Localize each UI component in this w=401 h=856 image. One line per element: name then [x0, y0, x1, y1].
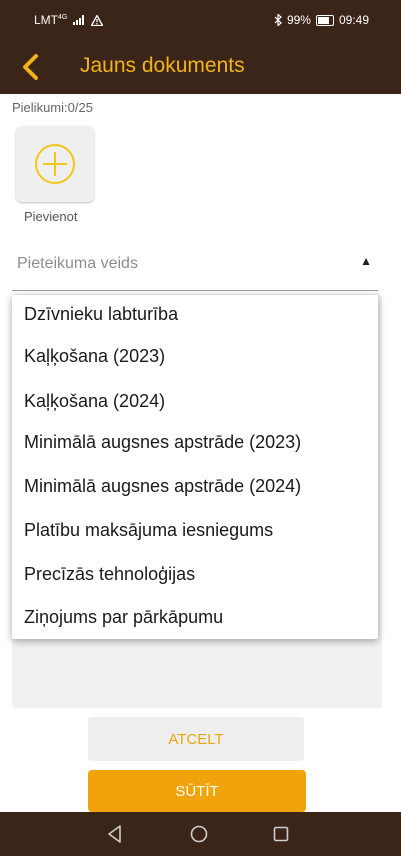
nav-recents-button[interactable]	[268, 822, 294, 846]
nav-back-button[interactable]	[102, 822, 128, 846]
triangle-up-icon: ▲	[360, 254, 372, 268]
signal-icon	[73, 15, 85, 25]
dropdown-option[interactable]: Minimālā augsnes apstrāde (2024)	[24, 476, 301, 497]
bluetooth-icon	[274, 14, 282, 26]
square-recents-icon	[273, 826, 289, 842]
cancel-button[interactable]: ATCELT	[88, 717, 304, 761]
add-attachment-button[interactable]	[16, 126, 94, 202]
send-button[interactable]: SŪTĪT	[88, 770, 306, 812]
carrier-label: LMT4G	[34, 13, 67, 27]
clock: 09:49	[338, 13, 369, 27]
app-bar: Jauns dokuments	[0, 38, 401, 94]
dropdown-menu: Dzīvnieku labturība Kaļķošana (2023) Kaļ…	[12, 295, 378, 639]
back-button[interactable]	[14, 50, 50, 86]
status-bar: LMT4G 99% 09:49	[0, 0, 401, 38]
nav-home-button[interactable]	[186, 822, 212, 846]
dropdown-option[interactable]: Precīzās tehnoloģijas	[24, 564, 195, 585]
dropdown-option[interactable]: Kaļķošana (2023)	[24, 346, 165, 367]
application-type-select[interactable]: Pieteikuma veids ▲	[12, 244, 378, 291]
network-type: 4G	[58, 14, 68, 21]
battery-percent: 99%	[286, 13, 311, 27]
attachments-count: Pielikumi:0/25	[12, 100, 93, 115]
add-attachment-label: Pievienot	[24, 209, 78, 224]
battery-icon	[315, 14, 334, 26]
dropdown-option[interactable]: Kaļķošana (2024)	[24, 391, 165, 412]
chevron-left-icon	[23, 54, 38, 80]
page-title: Jauns dokuments	[80, 54, 245, 77]
dropdown-option[interactable]: Platību maksājuma iesniegums	[24, 520, 273, 541]
triangle-back-icon	[108, 825, 121, 843]
warning-icon	[91, 14, 104, 26]
select-placeholder: Pieteikuma veids	[17, 255, 138, 272]
dropdown-option[interactable]: Minimālā augsnes apstrāde (2023)	[24, 432, 301, 453]
carrier-name: LMT	[34, 13, 58, 27]
dropdown-option[interactable]: Ziņojums par pārkāpumu	[24, 607, 223, 628]
circle-home-icon	[190, 825, 208, 843]
navigation-bar	[0, 812, 401, 856]
dropdown-option[interactable]: Dzīvnieku labturība	[24, 304, 178, 325]
plus-circle-icon	[35, 144, 75, 184]
